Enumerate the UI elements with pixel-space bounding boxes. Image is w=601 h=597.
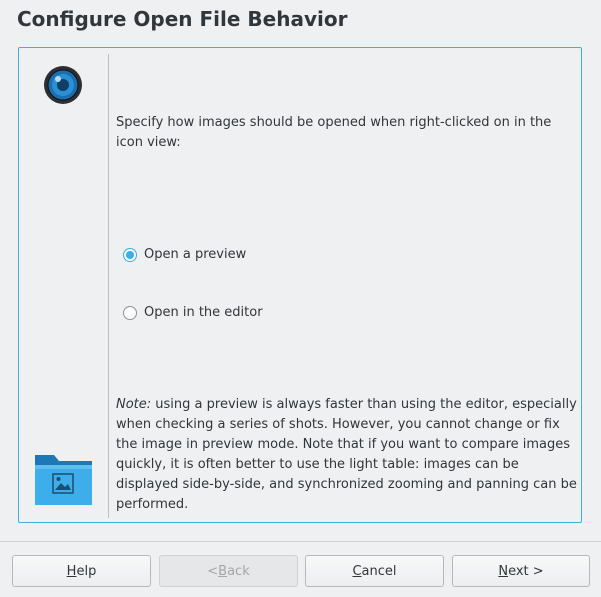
- button-label: ack: [227, 563, 250, 579]
- mnemonic-h: H: [66, 563, 77, 579]
- radio-open-preview[interactable]: Open a preview: [123, 247, 246, 262]
- vertical-divider: [108, 54, 109, 518]
- mnemonic-c: C: [352, 563, 362, 579]
- back-button[interactable]: < Back: [159, 555, 298, 587]
- button-label-prefix: <: [207, 563, 219, 579]
- mnemonic-n: N: [498, 563, 509, 579]
- button-label: ancel: [361, 563, 397, 579]
- radio-button-unchecked[interactable]: [123, 305, 137, 320]
- note-label: Note:: [116, 397, 152, 412]
- button-bar-divider: [0, 541, 601, 542]
- dialog-title: Configure Open File Behavior: [17, 7, 348, 31]
- radio-open-editor[interactable]: Open in the editor: [123, 305, 263, 320]
- radio-button-checked[interactable]: [123, 247, 137, 262]
- camera-lens-icon: [44, 66, 82, 104]
- button-label: ext >: [508, 563, 544, 579]
- pictures-folder-icon: [35, 455, 92, 505]
- button-label: elp: [76, 563, 97, 579]
- help-button[interactable]: Help: [12, 555, 151, 587]
- next-button[interactable]: Next >: [452, 555, 590, 587]
- cancel-button[interactable]: Cancel: [305, 555, 444, 587]
- content-panel: Specify how images should be opened when…: [18, 47, 582, 523]
- radio-label: Open in the editor: [144, 305, 263, 320]
- radio-label: Open a preview: [144, 247, 247, 262]
- note-text: Note: using a preview is always faster t…: [116, 395, 581, 515]
- mnemonic-b: B: [218, 563, 228, 579]
- note-body: using a preview is always faster than us…: [116, 397, 577, 512]
- dialog-window: Configure Open File Behavior Specify how…: [0, 0, 601, 597]
- description-text: Specify how images should be opened when…: [116, 115, 552, 150]
